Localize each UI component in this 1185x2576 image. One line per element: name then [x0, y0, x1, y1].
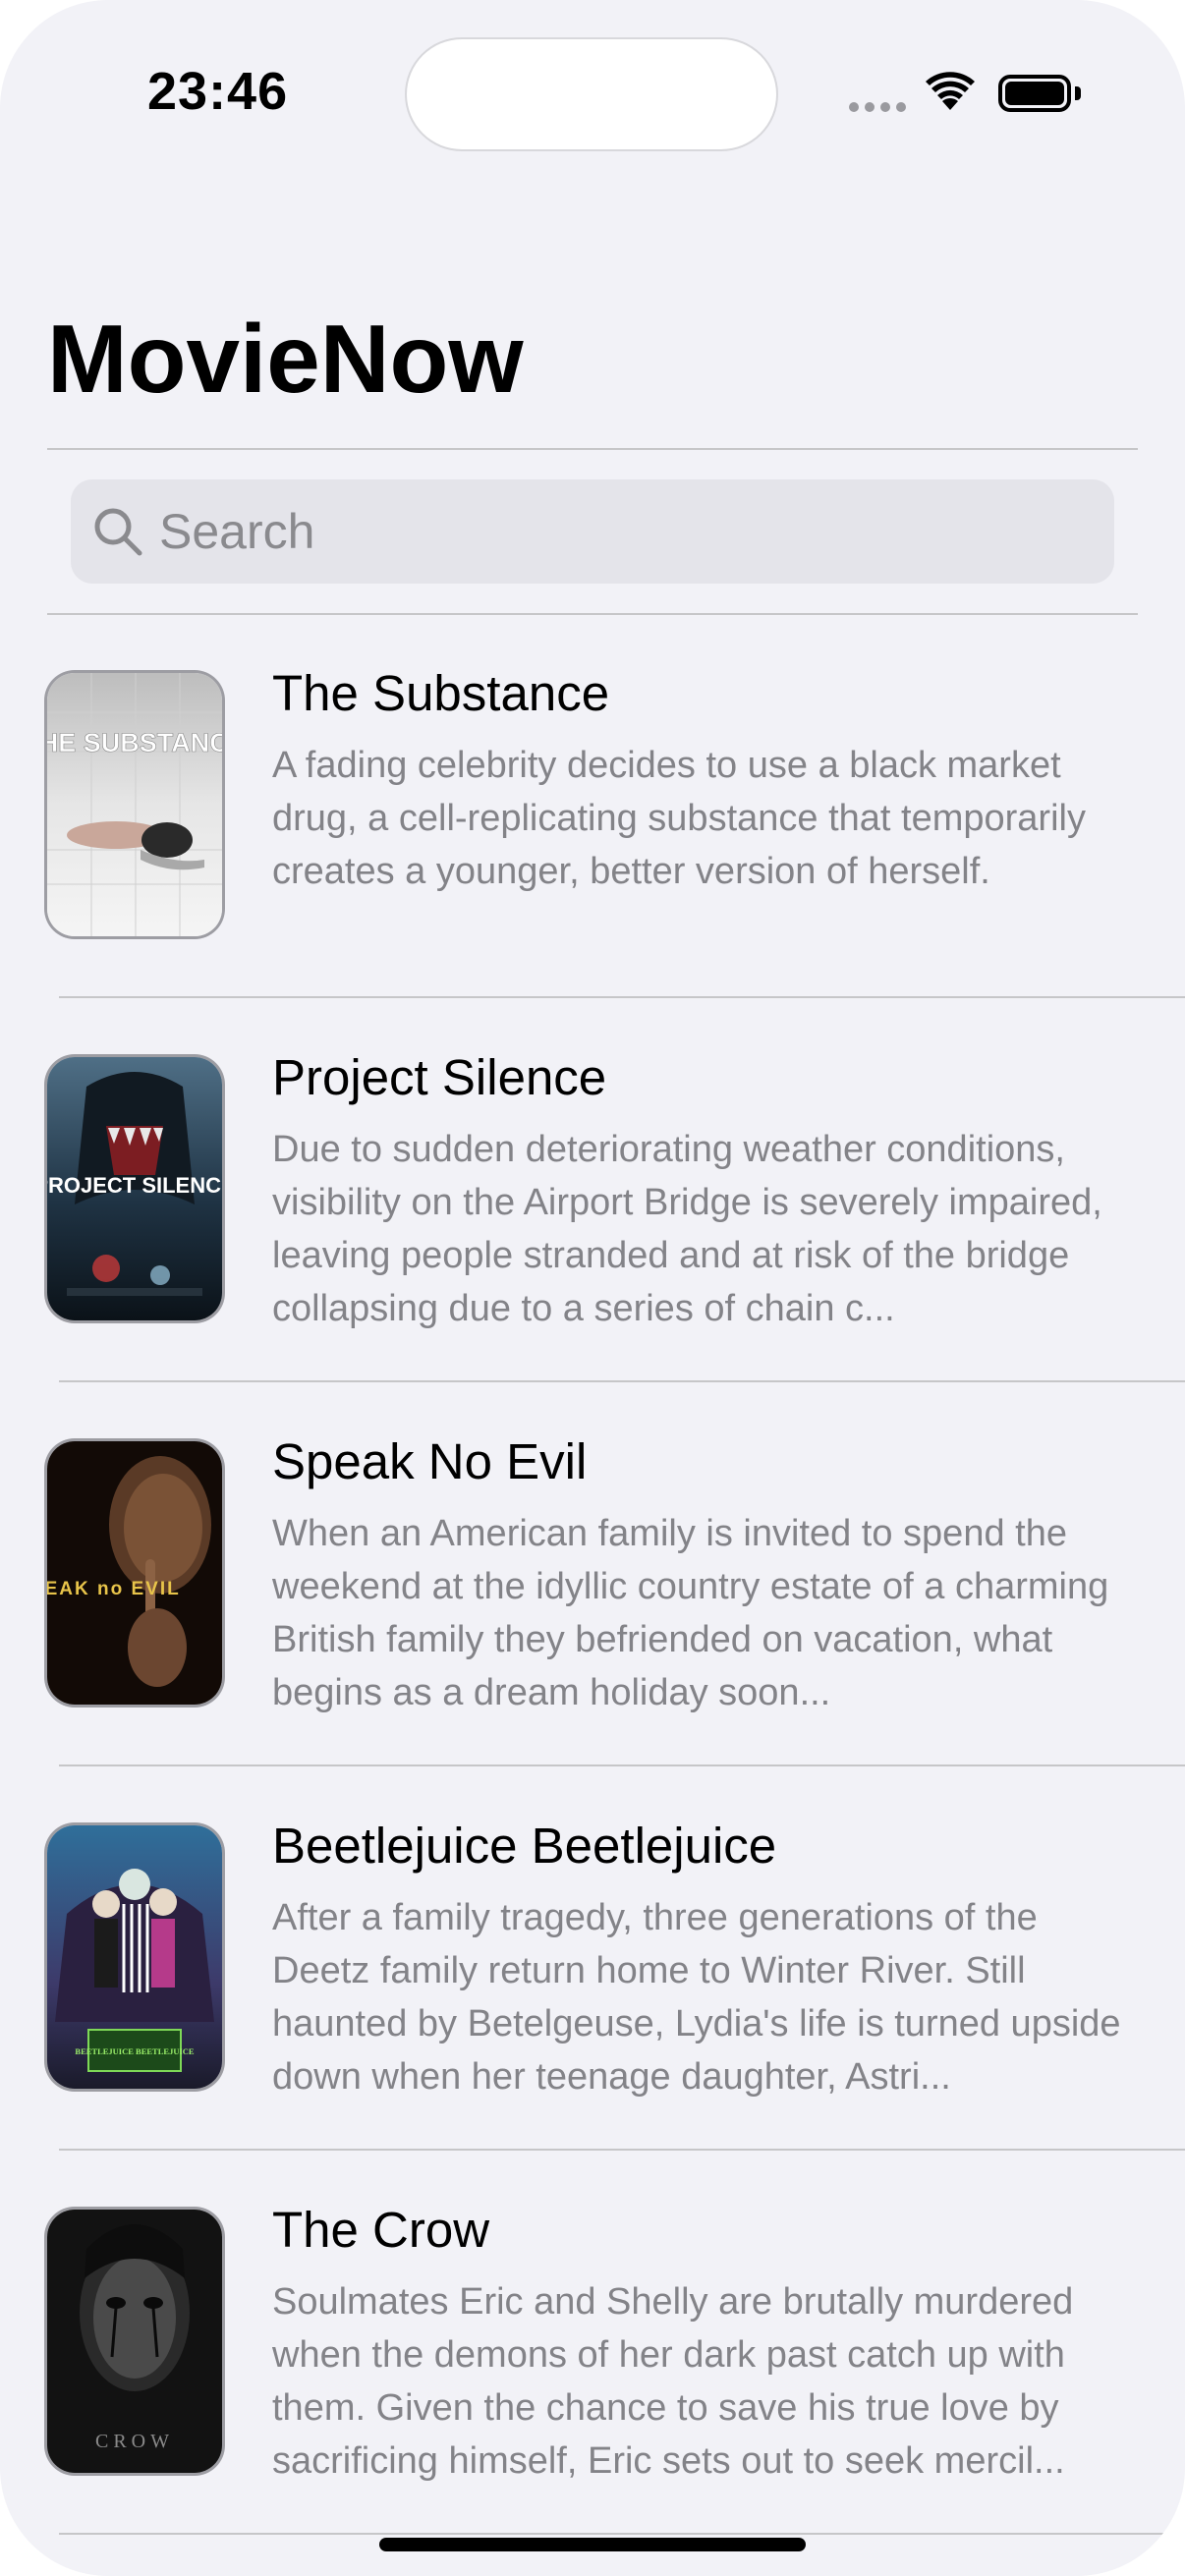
movie-list: THE SUBSTANCE The Substance A fading cel…: [0, 614, 1185, 2535]
poster-title-text: PROJECT SILENCE: [47, 1173, 222, 1198]
cellular-signal-icon: [849, 102, 906, 112]
poster-title-text: CROW: [95, 2431, 174, 2452]
search-bar[interactable]: [71, 479, 1114, 584]
page-title: MovieNow: [47, 305, 524, 413]
movie-overview: When an American family is invited to sp…: [272, 1513, 1109, 1713]
list-item-the-substance[interactable]: THE SUBSTANCE The Substance A fading cel…: [0, 614, 1185, 998]
movie-overview: A fading celebrity decides to use a blac…: [272, 745, 1086, 892]
battery-icon: [998, 75, 1071, 112]
poster-image: SPEAK no EVIL: [47, 1441, 222, 1705]
search-input[interactable]: [159, 503, 1044, 560]
poster-title-text: SPEAK no EVIL: [47, 1579, 181, 1599]
status-time: 23:46: [147, 62, 289, 121]
movie-title: Beetlejuice Beetlejuice: [272, 1818, 777, 1874]
poster-image: BEETLEJUICE BEETLEJUICE: [47, 1825, 222, 2089]
movie-title: Speak No Evil: [272, 1433, 588, 1489]
search-icon: [90, 504, 145, 559]
poster-title-text: THE SUBSTANCE: [47, 728, 222, 757]
battery-cap: [1075, 86, 1081, 100]
poster-title-text: BEETLEJUICE BEETLEJUICE: [75, 2046, 194, 2056]
wifi-icon: [924, 71, 977, 117]
row-separator: [59, 2533, 1185, 2535]
movie-overview: After a family tragedy, three generation…: [272, 1897, 1121, 2098]
movie-title: Project Silence: [272, 1049, 607, 1105]
list-item-beetlejuice-beetlejuice[interactable]: BEETLEJUICE BEETLEJUICE Beetlejuice Beet…: [0, 1766, 1185, 2151]
list-item-speak-no-evil[interactable]: SPEAK no EVIL Speak No Evil When an Amer…: [0, 1382, 1185, 1766]
home-indicator[interactable]: [379, 2538, 806, 2551]
list-item-the-crow[interactable]: CROW The Crow Soulmates Eric and Shelly …: [0, 2151, 1185, 2535]
poster-image: PROJECT SILENCE: [47, 1057, 222, 1320]
title-divider: [47, 448, 1138, 450]
dynamic-island: [407, 39, 776, 149]
movie-title: The Crow: [272, 2202, 490, 2258]
poster-image: CROW: [47, 2210, 222, 2473]
list-item-project-silence[interactable]: PROJECT SILENCE Project Silence Due to s…: [0, 998, 1185, 1382]
phone-screen: 23:46 MovieNow Search HE SUBSTANC The Su…: [0, 0, 1185, 2576]
movie-overview: Due to sudden deteriorating weather cond…: [272, 1129, 1102, 1329]
movie-title: The Substance: [272, 665, 610, 721]
poster-image: THE SUBSTANCE: [47, 673, 222, 936]
movie-overview: Soulmates Eric and Shelly are brutally m…: [272, 2281, 1074, 2482]
